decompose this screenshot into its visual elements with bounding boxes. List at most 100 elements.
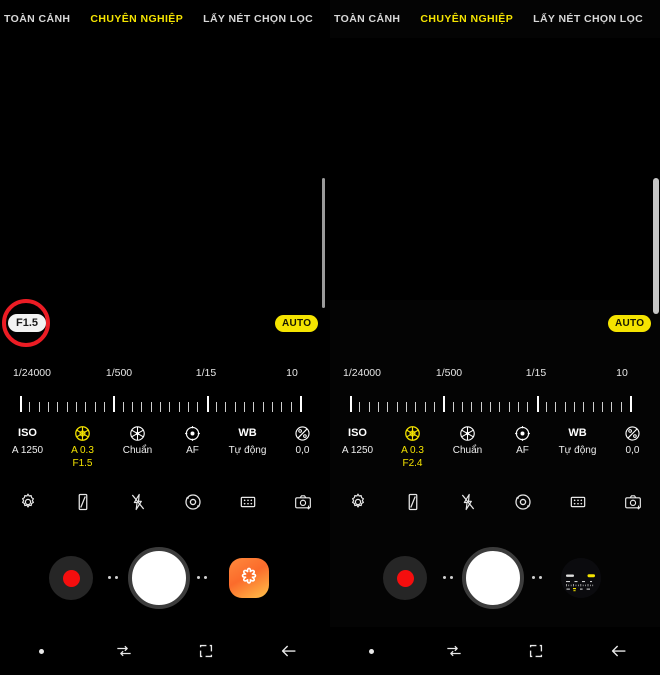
ruler-tick <box>66 402 68 412</box>
back-icon-right[interactable] <box>578 640 660 662</box>
home-icon-left[interactable] <box>165 641 248 661</box>
home-icon-right[interactable] <box>495 641 578 661</box>
back-icon-left[interactable] <box>248 640 331 662</box>
iso-text: ISO <box>18 427 37 439</box>
gallery-thumbnail-right[interactable] <box>561 558 601 598</box>
shutter-button-right[interactable] <box>462 547 524 609</box>
ruler-tick <box>290 402 292 412</box>
ruler-tick <box>499 402 501 412</box>
setting-focus-right[interactable]: AF <box>495 424 550 470</box>
ruler-tick <box>216 402 217 412</box>
camera-switch-icon[interactable] <box>605 488 660 516</box>
tab-selective-focus-left[interactable]: LẤY NÉT CHỌN LỌC <box>203 13 313 25</box>
ruler-tick <box>611 402 613 412</box>
recents-dot-icon-right[interactable] <box>330 648 413 654</box>
setting-value: AF <box>516 445 529 456</box>
setting-value: A 1250 <box>341 445 374 456</box>
setting-exposure-left[interactable]: 0,0 <box>275 424 330 470</box>
shutter-wheel-icon <box>129 424 146 442</box>
setting-value: Tự động <box>558 445 597 456</box>
camera-switch-icon[interactable] <box>275 488 330 516</box>
flash-off-icon[interactable] <box>110 488 165 516</box>
grid-icon[interactable] <box>220 488 275 516</box>
ruler-tick <box>574 402 575 412</box>
setting-value: Chuẩn <box>122 445 153 456</box>
ruler-tick <box>480 402 482 412</box>
setting-value: Tự động <box>228 445 267 456</box>
ruler-tick <box>424 402 426 412</box>
ruler-tick <box>169 402 171 412</box>
camera-preview-right[interactable] <box>330 38 660 300</box>
tab-panorama-left[interactable]: TOÀN CẢNH <box>4 13 70 25</box>
tab-pro-right[interactable]: CHUYÊN NGHIỆP <box>420 13 513 25</box>
ruler-tick <box>546 402 547 412</box>
mode-tab-bar-left[interactable]: ỨC ĂN TOÀN CẢNH CHUYÊN NGHIỆP LẤY NÉT CH… <box>0 0 330 38</box>
ruler-tick-major <box>350 396 352 412</box>
grid-icon[interactable] <box>550 488 605 516</box>
metering-icon[interactable] <box>495 488 550 516</box>
split-screen-icon-right[interactable] <box>413 641 496 661</box>
tab-panorama-right[interactable]: TOÀN CẢNH <box>334 13 400 25</box>
metering-icon[interactable] <box>165 488 220 516</box>
ruler-tick <box>415 402 417 412</box>
aspect-ratio-icon[interactable] <box>385 488 440 516</box>
setting-aperture-left[interactable]: A 0.3 F1.5 <box>55 424 110 470</box>
mode-dots-right <box>443 576 453 579</box>
auto-badge-left[interactable]: AUTO <box>275 315 319 332</box>
settings-gear-icon[interactable] <box>0 488 55 516</box>
ruler-tick <box>527 402 529 412</box>
dual-screenshot-comparison: ỨC ĂN TOÀN CẢNH CHUYÊN NGHIỆP LẤY NÉT CH… <box>0 0 660 675</box>
exposure-icon <box>294 424 311 442</box>
ruler-tick <box>396 402 398 412</box>
ruler-tick <box>38 402 40 412</box>
ruler-tick <box>29 402 31 412</box>
tab-pro-left[interactable]: CHUYÊN NGHIỆP <box>90 13 183 25</box>
shutter-button-left[interactable] <box>128 547 190 609</box>
ruler-tick <box>122 402 124 412</box>
ruler-tick <box>234 402 236 412</box>
ruler-tick <box>281 402 283 412</box>
setting-iso-left[interactable]: ISO A 1250 <box>0 424 55 470</box>
aspect-ratio-icon[interactable] <box>55 488 110 516</box>
ruler-tick <box>225 402 227 412</box>
wb-text: WB <box>568 427 587 439</box>
capture-controls-left <box>0 538 330 618</box>
flash-off-icon[interactable] <box>440 488 495 516</box>
iso-text: ISO <box>348 427 367 439</box>
focus-icon <box>184 424 201 442</box>
ruler-tick <box>160 402 161 412</box>
setting-shutter-speed-right[interactable]: Chuẩn <box>440 424 495 470</box>
system-nav-bar-right <box>330 627 660 675</box>
camera-preview-left[interactable] <box>0 38 330 300</box>
aperture-badge-left[interactable]: F1.5 <box>8 314 47 332</box>
shutter-speed-ruler-right[interactable] <box>330 390 660 412</box>
setting-white-balance-right[interactable]: WB Tự động <box>550 424 605 470</box>
setting-shutter-speed-left[interactable]: Chuẩn <box>110 424 165 470</box>
gallery-thumbnail-left[interactable] <box>229 558 269 598</box>
setting-iso-right[interactable]: ISO A 1250 <box>330 424 385 470</box>
preview-scrollbar-left[interactable] <box>322 178 325 308</box>
settings-gear-icon[interactable] <box>330 488 385 516</box>
record-button-left[interactable] <box>49 556 93 600</box>
ruler-tick <box>272 402 273 412</box>
record-button-right[interactable] <box>383 556 427 600</box>
recents-dot-icon-left[interactable] <box>0 648 83 654</box>
preview-scrollbar-right[interactable] <box>653 178 659 314</box>
setting-aperture-right[interactable]: A 0.3 F2.4 <box>385 424 440 470</box>
ruler-tick <box>434 402 435 412</box>
ruler-tick <box>378 402 379 412</box>
mode-tab-bar-right[interactable]: ỨC ĂN TOÀN CẢNH CHUYÊN NGHIỆP LẤY NÉT CH… <box>330 0 660 38</box>
ruler-tick <box>592 402 594 412</box>
setting-exposure-right[interactable]: 0,0 <box>605 424 660 470</box>
setting-focus-left[interactable]: AF <box>165 424 220 470</box>
ruler-tick-major <box>206 396 209 412</box>
setting-value-secondary: F1.5 <box>72 458 93 469</box>
shutter-speed-ruler-left[interactable] <box>0 390 330 412</box>
ruler-tick <box>462 402 463 412</box>
ruler-tick <box>359 402 361 412</box>
setting-value: A 0.3 <box>401 445 424 456</box>
split-screen-icon-left[interactable] <box>83 641 166 661</box>
setting-white-balance-left[interactable]: WB Tự động <box>220 424 275 470</box>
tab-selective-focus-right[interactable]: LẤY NÉT CHỌN LỌC <box>533 13 643 25</box>
auto-badge-right[interactable]: AUTO <box>608 315 652 332</box>
